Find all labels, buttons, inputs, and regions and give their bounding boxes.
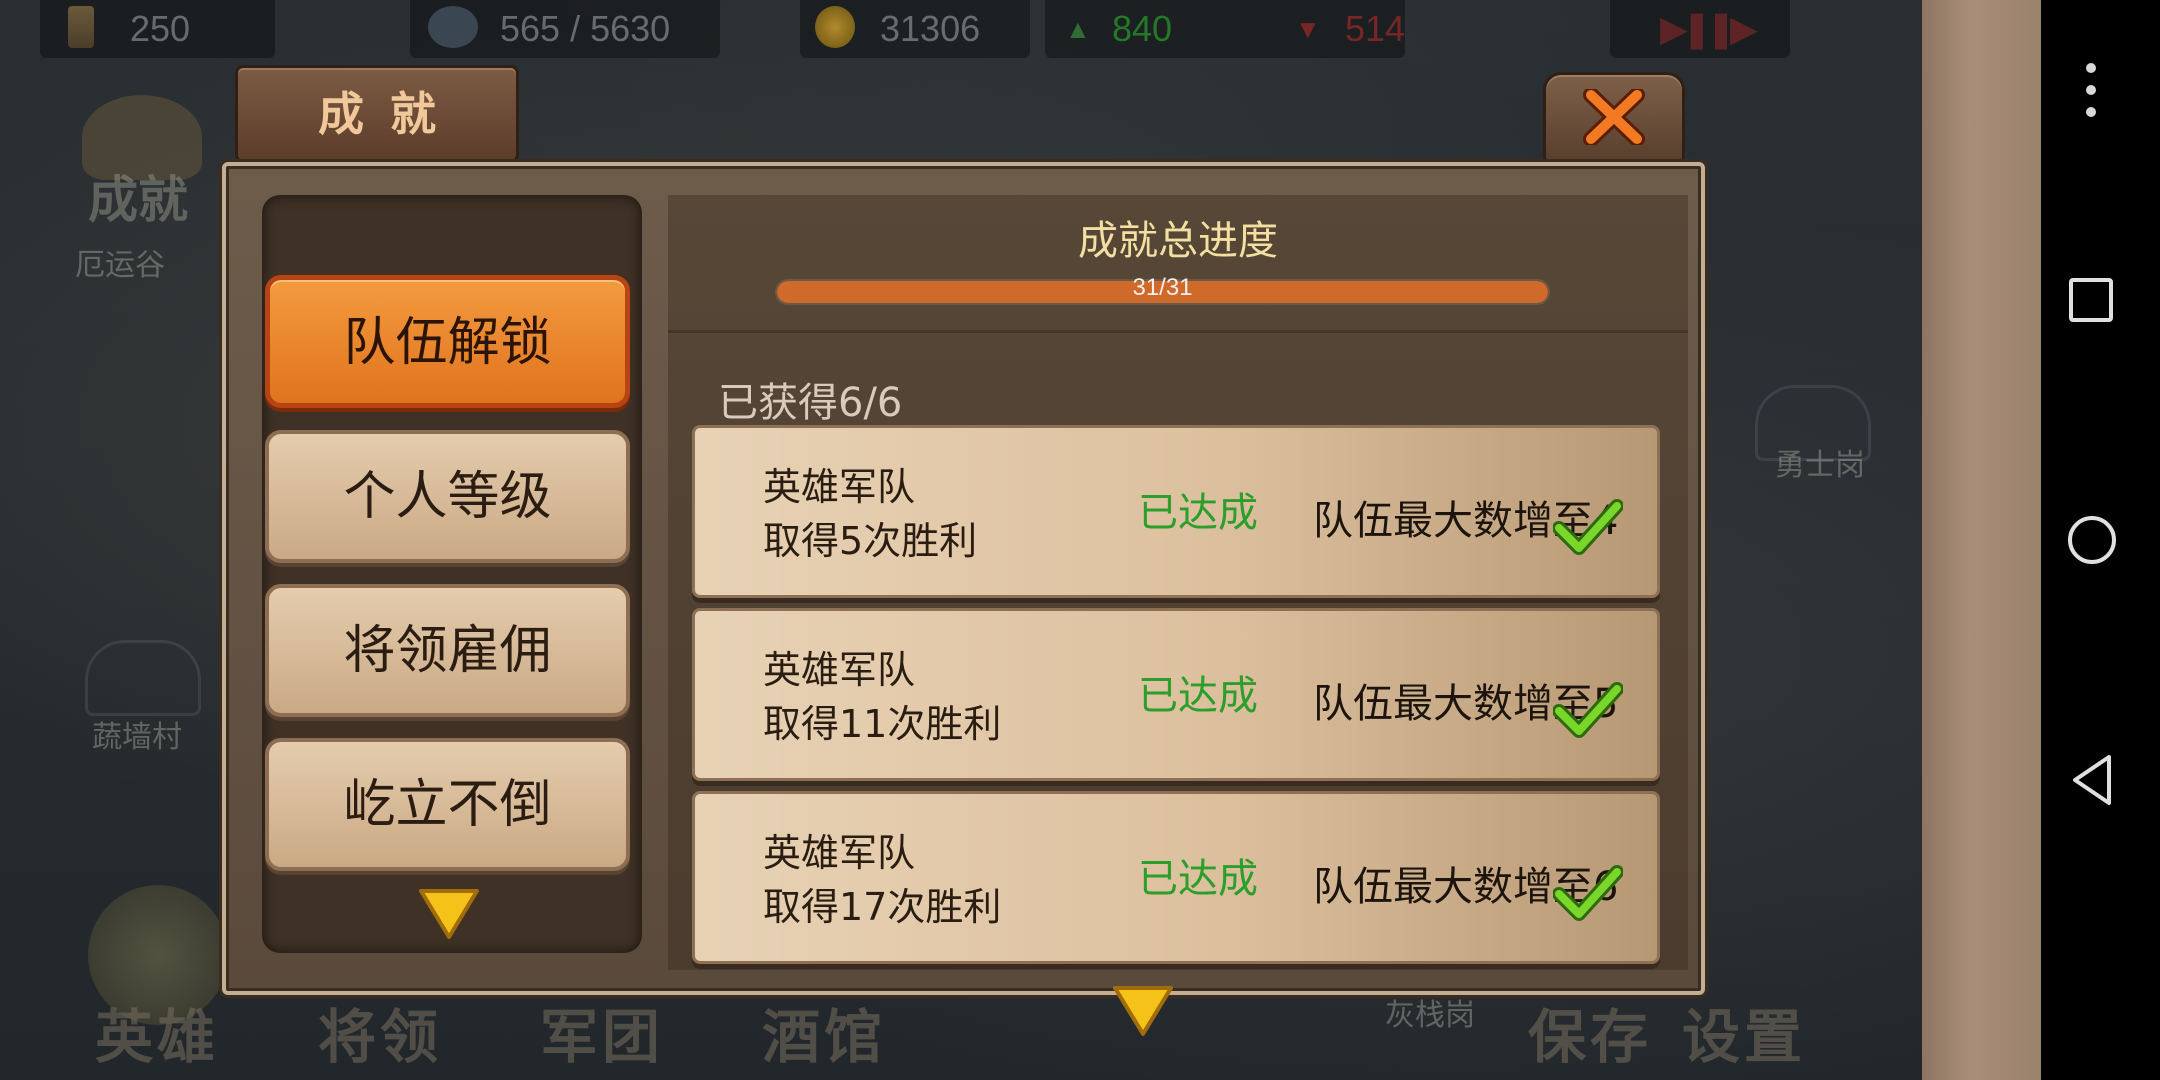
hourglass-icon [68, 6, 94, 48]
achievement-title-line1: 英雄军队 [763, 648, 916, 692]
achievement-shortcut-label[interactable]: 成就 [88, 160, 188, 232]
achievement-title-line1: 英雄军队 [763, 831, 916, 875]
more-options-icon[interactable] [2080, 60, 2102, 120]
hud-up-value: 840 [1112, 8, 1173, 49]
achievement-status: 已达成 [1138, 673, 1258, 719]
recent-apps-icon[interactable] [2068, 277, 2114, 323]
checkmark-icon [1553, 499, 1623, 555]
gold-coin-icon [815, 6, 855, 48]
checkmark-icon [1553, 865, 1623, 921]
map-label-1: 蔬墙村 [92, 720, 182, 755]
down-arrow-icon: ▼ [1295, 14, 1321, 44]
achievement-row: 英雄军队 取得5次胜利 已达成 队伍最大数增至4 [692, 425, 1660, 598]
achievement-title-line2: 取得5次胜利 [763, 519, 978, 563]
bottom-button-tavern[interactable]: 酒馆 [762, 990, 886, 1074]
dialog-title: 成就 [235, 65, 519, 163]
map-house-icon [85, 640, 201, 716]
population-icon [428, 6, 478, 48]
achievement-status: 已达成 [1138, 490, 1258, 536]
achievement-title-line2: 取得17次胜利 [763, 885, 1002, 929]
bottom-button-legion[interactable]: 军团 [540, 990, 664, 1074]
bottom-button-heroes[interactable]: 英雄 [95, 990, 219, 1074]
achievement-title: 英雄军队 取得17次胜利 [763, 826, 1001, 934]
bottom-button-save[interactable]: 保存 [1528, 990, 1652, 1074]
hud-down-value: 514 [1345, 8, 1406, 49]
speed-control-icon[interactable]: ▶❚❚▶ [1660, 8, 1758, 50]
achievement-title: 英雄军队 取得5次胜利 [763, 460, 977, 568]
hud-gold-value: 31306 [880, 8, 981, 49]
home-icon[interactable] [2066, 514, 2118, 566]
bottom-button-generals[interactable]: 将领 [318, 990, 442, 1074]
list-scroll-down-icon[interactable] [1112, 985, 1174, 1037]
achievement-row: 英雄军队 取得11次胜利 已达成 队伍最大数增至5 [692, 608, 1660, 781]
achievement-status: 已达成 [1138, 856, 1258, 902]
close-button[interactable] [1543, 72, 1685, 163]
hud-population-value: 565 / 5630 [500, 8, 671, 49]
progress-text: 31/31 [1132, 274, 1193, 301]
hud-time-value: 250 [130, 8, 191, 49]
achievement-title-line1: 英雄军队 [763, 465, 916, 509]
map-label-2: 灰栈岗 [1385, 998, 1475, 1033]
category-team-unlock[interactable]: 队伍解锁 [265, 275, 630, 408]
system-navigation-bar [2041, 0, 2160, 1080]
close-icon [1583, 89, 1645, 145]
progress-title: 成就总进度 [1078, 218, 1278, 264]
category-personal-level[interactable]: 个人等级 [265, 430, 630, 563]
category-general-hire[interactable]: 将领雇佣 [265, 584, 630, 717]
sidebar-scroll-down-icon[interactable] [418, 888, 480, 940]
map-label-0: 勇士岗 [1775, 448, 1865, 483]
map-edge-strip [1922, 0, 2041, 1080]
category-stand-firm[interactable]: 屹立不倒 [265, 738, 630, 871]
achievement-title-line2: 取得11次胜利 [763, 702, 1002, 746]
up-arrow-icon: ▲ [1065, 14, 1091, 44]
map-label-eyun-valley: 厄运谷 [75, 248, 165, 283]
bottom-button-settings[interactable]: 设置 [1682, 990, 1806, 1074]
checkmark-icon [1553, 682, 1623, 738]
achievement-title: 英雄军队 取得11次胜利 [763, 643, 1001, 751]
achievement-row: 英雄军队 取得17次胜利 已达成 队伍最大数增至6 [692, 791, 1660, 964]
obtained-count-label: 已获得6/6 [718, 380, 903, 426]
divider [668, 330, 1688, 333]
back-icon[interactable] [2069, 753, 2115, 807]
